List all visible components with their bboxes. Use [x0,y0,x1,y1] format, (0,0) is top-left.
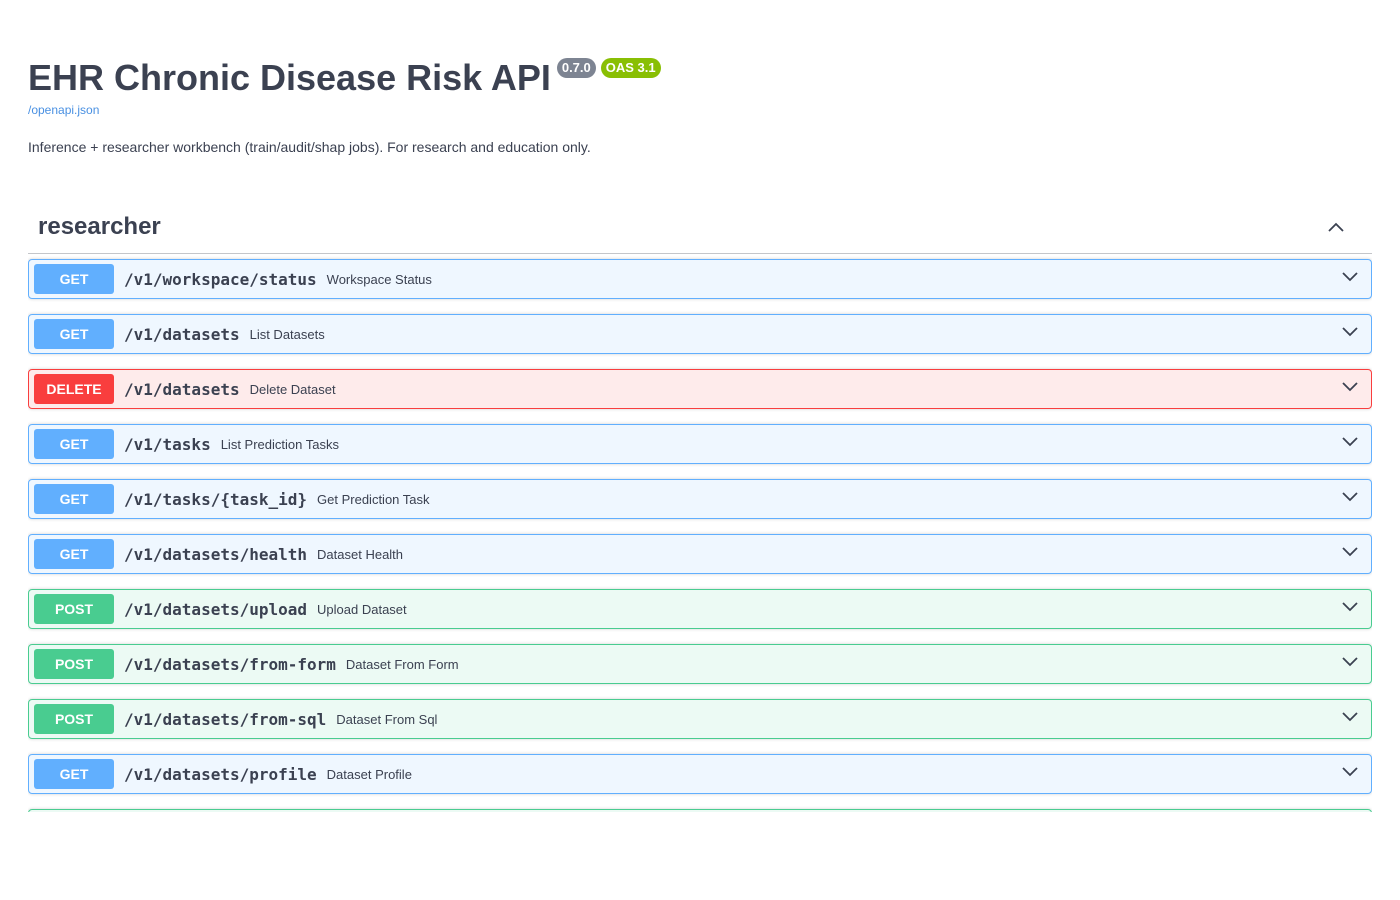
chevron-down-icon[interactable] [1340,707,1360,727]
chevron-down-icon[interactable] [1340,432,1360,452]
method-badge: GET [34,429,114,459]
chevron-down-icon[interactable] [1340,377,1360,397]
operation-row[interactable]: GET/v1/workspace/status Workspace Status [28,259,1372,299]
operation-path: /v1/datasets/from-sql [124,709,327,729]
operation-row[interactable]: POST [28,809,1372,812]
method-badge: GET [34,539,114,569]
page-title: EHR Chronic Disease Risk API [28,57,551,98]
operation-row[interactable]: GET/v1/datasets/health Dataset Health [28,534,1372,574]
openapi-spec-link[interactable]: /openapi.json [28,102,1372,118]
oas-badge: OAS 3.1 [600,58,661,78]
tag-name: researcher [38,212,161,240]
title-row: EHR Chronic Disease Risk API 0.7.0 OAS 3… [28,56,1372,100]
operation-path: /v1/datasets/health [124,544,308,564]
method-badge: GET [34,319,114,349]
operation-path: /v1/tasks [124,434,211,454]
operation-row[interactable]: GET/v1/datasets/profile Dataset Profile [28,754,1372,794]
chevron-down-icon[interactable] [1340,487,1360,507]
operation-row[interactable]: POST/v1/datasets/from-sql Dataset From Sq… [28,699,1372,739]
operation-row[interactable]: GET/v1/tasks List Prediction Tasks [28,424,1372,464]
operation-summary: Delete Dataset [249,381,336,397]
operation-path: /v1/datasets/profile [124,764,317,784]
operation-path: /v1/datasets [124,324,240,344]
operations-list: GET/v1/workspace/status Workspace Status G… [28,254,1372,812]
method-badge: POST [34,704,114,734]
chevron-down-icon[interactable] [1340,652,1360,672]
method-badge: GET [34,264,114,294]
operation-path: /v1/workspace/status [124,269,317,289]
operation-path: /v1/datasets [124,379,240,399]
operation-path: /v1/datasets/upload [124,599,308,619]
operation-path: /v1/tasks/{task_id} [124,489,308,509]
swagger-page: EHR Chronic Disease Risk API 0.7.0 OAS 3… [0,0,1400,900]
chevron-down-icon[interactable] [1340,267,1360,287]
operation-summary: Dataset From Form [345,656,459,672]
operation-row[interactable]: GET/v1/tasks/{task_id} Get Prediction Tas… [28,479,1372,519]
method-badge: POST [34,649,114,679]
chevron-down-icon[interactable] [1340,762,1360,782]
chevron-down-icon[interactable] [1340,542,1360,562]
operation-summary: List Datasets [249,326,325,342]
method-badge: POST [34,594,114,624]
tag-section-researcher: researcher GET/v1/workspace/status Worksp… [28,200,1372,812]
operation-summary: Upload Dataset [317,601,407,617]
api-info: EHR Chronic Disease Risk API 0.7.0 OAS 3… [28,56,1372,156]
operation-summary: Workspace Status [326,271,432,287]
operation-path: /v1/datasets/from-form [124,654,336,674]
operation-summary: Dataset From Sql [336,711,438,727]
method-badge: GET [34,484,114,514]
chevron-down-icon[interactable] [1340,322,1360,342]
operation-row[interactable]: DELETE/v1/datasets Delete Dataset [28,369,1372,409]
method-badge: DELETE [34,374,114,404]
method-badge: GET [34,759,114,789]
operation-summary: List Prediction Tasks [220,436,339,452]
operation-row[interactable]: POST/v1/datasets/upload Upload Dataset [28,589,1372,629]
tag-header[interactable]: researcher [28,200,1372,254]
version-badges: 0.7.0 OAS 3.1 [556,58,666,78]
chevron-down-icon[interactable] [1340,597,1360,617]
operation-summary: Dataset Profile [326,766,412,782]
operation-row[interactable]: POST/v1/datasets/from-form Dataset From F… [28,644,1372,684]
operation-summary: Get Prediction Task [317,491,430,507]
version-badge: 0.7.0 [556,58,596,78]
operation-summary: Dataset Health [317,546,404,562]
chevron-up-icon[interactable] [1326,217,1346,237]
api-description: Inference + researcher workbench (train/… [28,139,591,155]
operation-row[interactable]: GET/v1/datasets List Datasets [28,314,1372,354]
